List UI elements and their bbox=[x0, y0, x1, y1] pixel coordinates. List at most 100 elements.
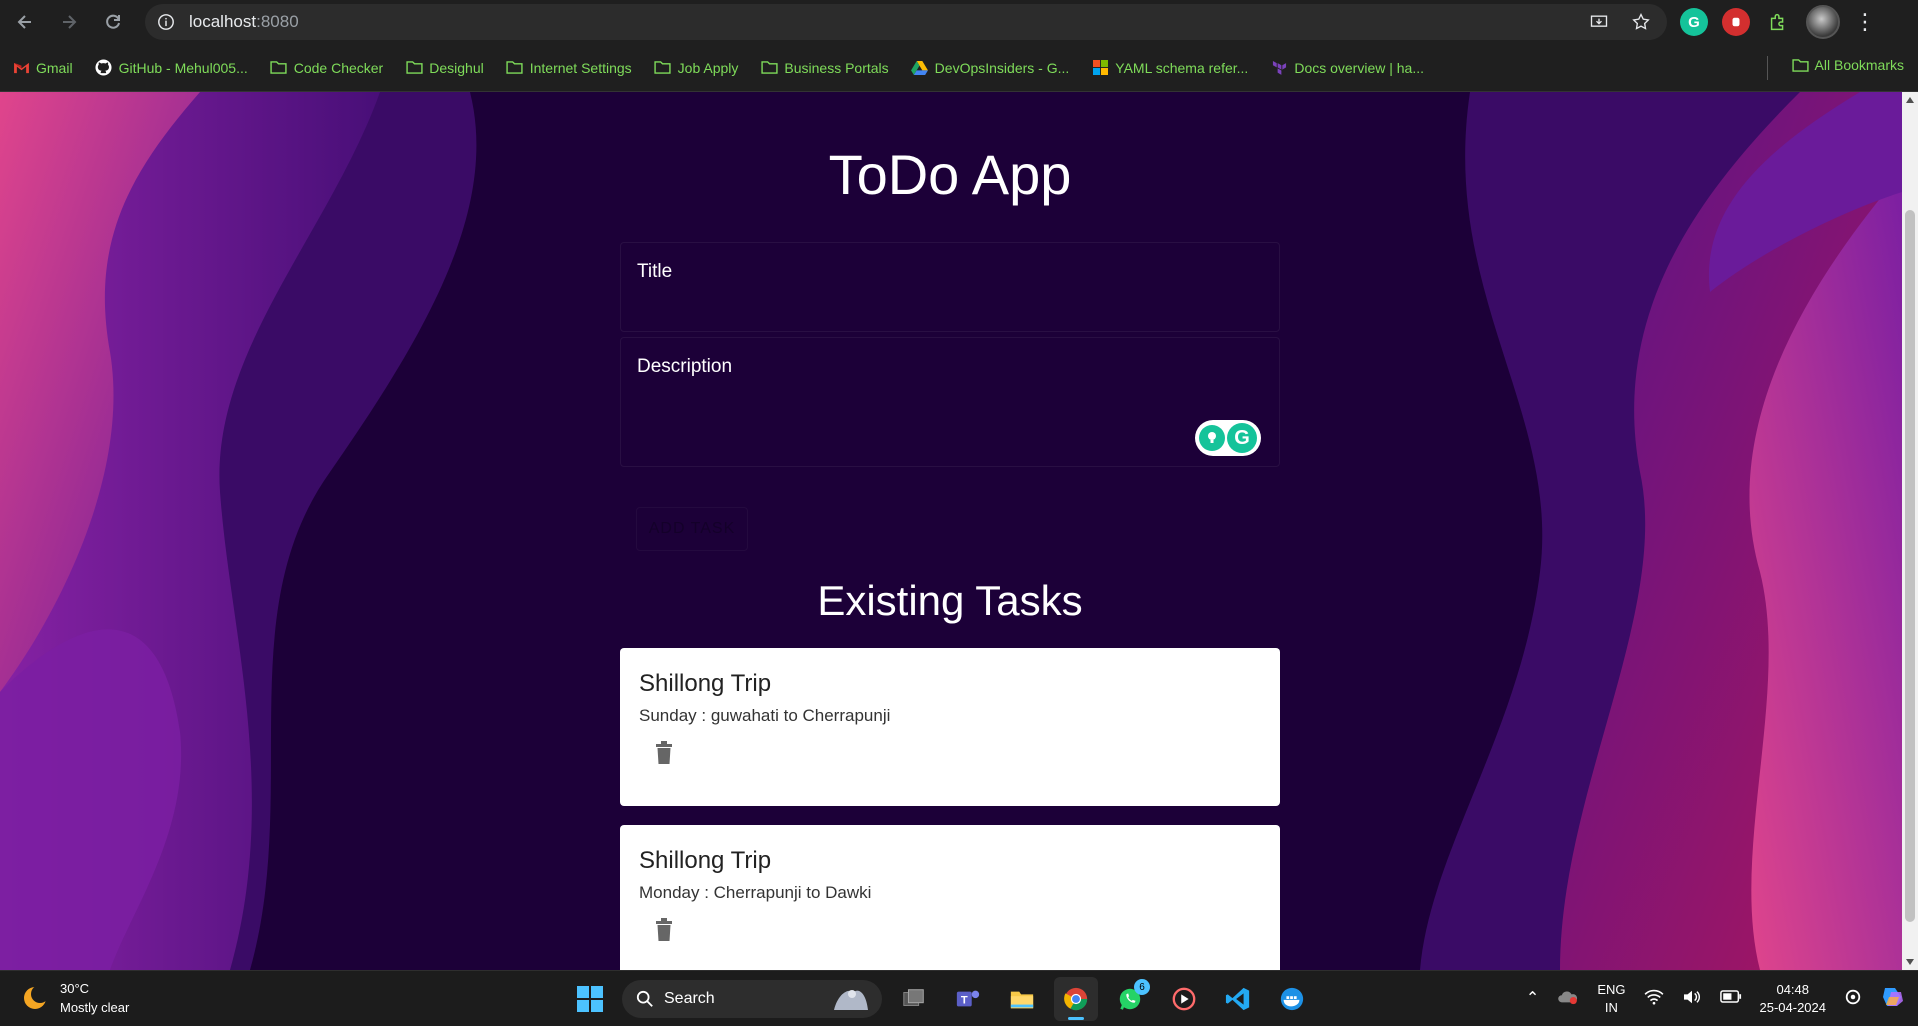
block-extension-icon[interactable] bbox=[1722, 8, 1750, 36]
screen: localhost:8080 G ⋮ Gmail GitHub - Mehul0… bbox=[0, 0, 1918, 1026]
microsoft-icon bbox=[1091, 59, 1109, 77]
folder-icon bbox=[654, 59, 672, 77]
bookmark-github[interactable]: GitHub - Mehul005... bbox=[95, 59, 248, 77]
terraform-icon bbox=[1270, 59, 1288, 77]
description-field[interactable]: Description G bbox=[620, 337, 1280, 467]
description-field-label: Description bbox=[637, 356, 733, 377]
taskbar-search[interactable]: Search bbox=[622, 980, 882, 1018]
site-info-icon[interactable] bbox=[155, 11, 177, 33]
task-description: Monday : Cherrapunji to Dawki bbox=[639, 883, 872, 902]
title-field[interactable]: Title bbox=[620, 242, 1280, 332]
start-button[interactable] bbox=[568, 977, 612, 1021]
scrollbar-thumb[interactable] bbox=[1905, 210, 1915, 922]
battery-icon[interactable] bbox=[1719, 990, 1742, 1008]
grammarly-icon[interactable]: G bbox=[1227, 423, 1257, 453]
bookmarks-separator bbox=[1767, 56, 1768, 80]
teams-icon[interactable]: T bbox=[946, 977, 990, 1021]
address-bar[interactable]: localhost:8080 bbox=[145, 4, 1667, 40]
clock-date: 25-04-2024 bbox=[1759, 1000, 1827, 1015]
task-title: Shillong Trip bbox=[639, 670, 772, 697]
drive-icon bbox=[911, 59, 929, 77]
forward-button[interactable] bbox=[50, 3, 88, 41]
system-tray: ⌃ ENG IN 04:48 25-04-2024 bbox=[1526, 971, 1918, 1026]
bookmark-label: Gmail bbox=[36, 59, 73, 76]
weather-moon-icon bbox=[24, 985, 49, 1009]
bookmark-label: YAML schema refer... bbox=[1115, 59, 1249, 76]
install-app-icon[interactable] bbox=[1587, 10, 1611, 34]
grammarly-extension-icon[interactable]: G bbox=[1680, 8, 1708, 36]
bookmark-label: DevOpsInsiders - G... bbox=[934, 59, 1070, 76]
back-button[interactable] bbox=[6, 3, 44, 41]
all-bookmarks-button[interactable]: All Bookmarks bbox=[1791, 57, 1904, 73]
grammarly-widget[interactable]: G bbox=[1195, 420, 1261, 456]
bookmark-label: Desighul bbox=[429, 59, 484, 76]
bookmark-docs-overview[interactable]: Docs overview | ha... bbox=[1270, 59, 1424, 77]
bookmark-job-apply[interactable]: Job Apply bbox=[654, 59, 738, 77]
all-bookmarks-label: All Bookmarks bbox=[1814, 57, 1904, 73]
bookmark-label: Code Checker bbox=[293, 59, 384, 76]
bookmark-star-icon[interactable] bbox=[1629, 10, 1653, 34]
title-field-label: Title bbox=[637, 261, 673, 282]
reload-button[interactable] bbox=[94, 3, 132, 41]
notification-settings-icon[interactable] bbox=[1844, 988, 1862, 1011]
bookmark-business-portals[interactable]: Business Portals bbox=[760, 59, 889, 77]
bookmark-gmail[interactable]: Gmail bbox=[12, 59, 73, 77]
search-label: Search bbox=[664, 990, 715, 1007]
scroll-up-icon[interactable] bbox=[1906, 97, 1914, 103]
windows-icon bbox=[577, 986, 603, 1012]
chrome-icon[interactable] bbox=[1054, 977, 1098, 1021]
task-card: Shillong Trip Sunday : guwahati to Cherr… bbox=[620, 648, 1280, 806]
delete-task-button[interactable] bbox=[650, 738, 678, 768]
task-card: Shillong Trip Monday : Cherrapunji to Da… bbox=[620, 825, 1280, 970]
add-task-button[interactable]: ADD TASK bbox=[636, 507, 748, 551]
bookmark-yaml-schema[interactable]: YAML schema refer... bbox=[1091, 59, 1248, 77]
file-explorer-icon[interactable] bbox=[1000, 977, 1044, 1021]
media-player-icon[interactable] bbox=[1162, 977, 1206, 1021]
existing-tasks-heading: Existing Tasks bbox=[817, 577, 1083, 624]
clock-time: 04:48 bbox=[1776, 982, 1810, 997]
back-arrow-icon bbox=[17, 15, 31, 29]
bookmarks-bar: Gmail GitHub - Mehul005... Code Checker … bbox=[0, 44, 1918, 92]
bookmark-desighul[interactable]: Desighul bbox=[405, 59, 484, 77]
reload-icon bbox=[106, 14, 120, 29]
folder-icon bbox=[760, 59, 778, 77]
language-indicator[interactable]: ENG IN bbox=[1597, 981, 1625, 1017]
trash-icon bbox=[656, 741, 672, 764]
docker-icon[interactable] bbox=[1270, 977, 1314, 1021]
gmail-icon bbox=[12, 59, 30, 77]
page-scrollbar[interactable] bbox=[1902, 92, 1918, 970]
url-host: localhost bbox=[189, 12, 257, 31]
bookmark-code-checker[interactable]: Code Checker bbox=[270, 59, 384, 77]
grammarly-suggest-icon[interactable] bbox=[1199, 425, 1225, 451]
folder-icon bbox=[270, 59, 288, 77]
clock[interactable]: 04:48 25-04-2024 bbox=[1760, 981, 1827, 1017]
whatsapp-icon[interactable]: 6 bbox=[1108, 977, 1152, 1021]
wifi-icon[interactable] bbox=[1644, 989, 1664, 1010]
volume-icon[interactable] bbox=[1682, 989, 1702, 1010]
extensions-puzzle-icon[interactable] bbox=[1764, 8, 1792, 36]
vscode-icon[interactable] bbox=[1216, 977, 1260, 1021]
profile-avatar[interactable] bbox=[1806, 5, 1840, 39]
folder-icon bbox=[405, 59, 423, 77]
bookmark-label: GitHub - Mehul005... bbox=[118, 59, 248, 76]
url-port: :8080 bbox=[256, 12, 299, 31]
onedrive-icon[interactable] bbox=[1557, 989, 1579, 1010]
browser-menu-icon[interactable]: ⋮ bbox=[1854, 9, 1876, 35]
bookmark-label: Business Portals bbox=[784, 59, 889, 76]
scroll-down-icon[interactable] bbox=[1906, 959, 1914, 965]
weather-widget[interactable]: 30°C Mostly clear bbox=[20, 979, 129, 1017]
url-text[interactable]: localhost:8080 bbox=[189, 12, 299, 32]
delete-task-button[interactable] bbox=[650, 915, 678, 945]
copilot-icon[interactable] bbox=[1880, 984, 1906, 1015]
search-icon bbox=[636, 990, 653, 1007]
task-view-icon[interactable] bbox=[892, 977, 936, 1021]
weather-desc: Mostly clear bbox=[60, 1000, 130, 1015]
region-code: IN bbox=[1604, 1000, 1618, 1015]
bookmark-devopsinsiders[interactable]: DevOpsInsiders - G... bbox=[911, 59, 1070, 77]
show-hidden-icons[interactable]: ⌃ bbox=[1526, 990, 1539, 1008]
bookmark-label: Internet Settings bbox=[529, 59, 632, 76]
github-icon bbox=[95, 59, 113, 77]
taskbar-apps: Search T 6 bbox=[568, 977, 1314, 1021]
bookmark-internet-settings[interactable]: Internet Settings bbox=[506, 59, 632, 77]
svg-text:T: T bbox=[961, 995, 968, 1007]
